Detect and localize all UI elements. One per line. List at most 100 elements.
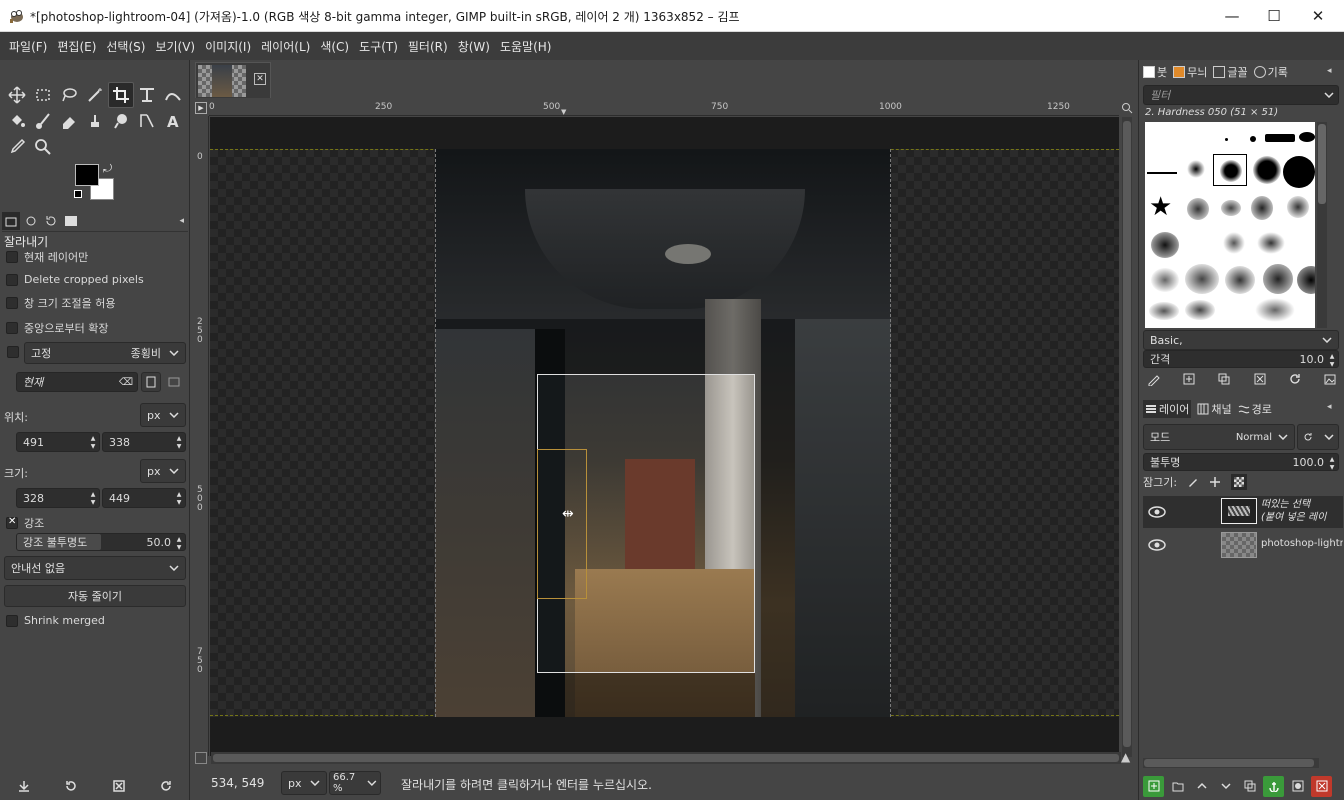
horizontal-scroll-thumb[interactable] [213,754,1119,762]
layer-opacity-slider[interactable]: 불투명 100.0 ▲ ▼ [1143,453,1339,471]
vertical-scroll-thumb[interactable] [1123,121,1131,747]
new-layer-button[interactable] [1143,775,1164,797]
brush-item[interactable] [1187,198,1209,220]
raise-layer-button[interactable] [1191,776,1212,797]
save-preset-icon[interactable] [17,779,31,793]
menu-file[interactable]: 파일(F) [4,38,52,55]
layers-tab[interactable]: 레이어 [1143,400,1192,418]
brush-spacing-slider[interactable]: 간격 10.0 ▲ ▼ [1143,350,1339,368]
image-tab[interactable]: ✕ [195,62,271,98]
document-history-tab[interactable]: 기록 [1253,64,1288,80]
tool-options-tab-icon[interactable] [2,211,20,230]
brush-item[interactable] [1185,264,1219,294]
anchor-layer-button[interactable] [1263,775,1284,797]
channels-tab[interactable]: 채널 [1197,401,1232,417]
minimize-button[interactable]: — [1210,0,1254,32]
new-brush-icon[interactable] [1182,372,1196,386]
expand-center-row[interactable]: 중앙으로부터 확장 [6,320,108,336]
fixed-checkbox[interactable] [7,346,19,358]
dock-menu-icon[interactable]: ◂ [1327,66,1332,76]
brush-item[interactable] [1299,132,1315,142]
clear-icon[interactable]: ⌫ [119,377,133,388]
brush-scroll-thumb[interactable] [1318,124,1326,204]
highlight-opacity-slider[interactable]: 강조 불투명도 50.0 ▲ ▼ [16,533,186,551]
lock-pixels-icon[interactable] [1187,476,1199,488]
brush-item[interactable] [1255,298,1295,322]
brush-item[interactable] [1149,302,1179,320]
brush-item[interactable] [1257,232,1285,254]
brush-scrollbar[interactable] [1317,122,1327,328]
fixed-aspect-combo[interactable]: 고정 종횡비 [24,342,186,364]
size-height-field[interactable]: 449 ▲ ▼ [102,488,186,508]
move-tool-icon[interactable] [4,82,30,108]
smudge-icon[interactable] [108,108,134,134]
brush-item[interactable] [1225,138,1228,141]
menu-edit[interactable]: 편집(E) [52,38,101,55]
lock-position-icon[interactable] [1209,476,1221,488]
brush-item[interactable] [1263,264,1293,294]
brushes-tab[interactable]: 붓 [1143,64,1167,80]
clone-icon[interactable] [82,108,108,134]
brush-item[interactable] [1253,156,1281,184]
expand-center-checkbox[interactable] [6,322,18,334]
zoom-combo[interactable]: 66.7 % [329,771,381,795]
layers-hscrollbar[interactable] [1143,758,1319,768]
allow-growing-checkbox[interactable] [6,297,18,309]
color-picker-icon[interactable] [4,134,30,160]
menu-tools[interactable]: 도구(T) [354,38,403,55]
menu-layer[interactable]: 레이어(L) [256,38,315,55]
delete-cropped-checkbox[interactable] [6,273,18,286]
duplicate-brush-icon[interactable] [1217,372,1231,386]
edit-brush-icon[interactable] [1147,372,1161,386]
guides-combo[interactable]: 안내선 없음 [4,556,186,580]
brush-item[interactable] [1251,196,1273,220]
position-x-spinner[interactable]: ▲ ▼ [89,435,97,451]
shrink-merged-row[interactable]: Shrink merged [6,614,105,627]
highlight-row[interactable]: 강조 [6,515,44,531]
brush-item[interactable] [1283,156,1315,188]
mask-layer-button[interactable] [1287,776,1308,797]
current-ratio-field[interactable]: 현재 ⌫ [16,372,138,392]
size-height-spinner[interactable]: ▲ ▼ [175,491,183,507]
warp-icon[interactable] [160,82,186,108]
layer-mode-combo[interactable]: 모드 Normal [1143,424,1295,450]
size-width-field[interactable]: 328 ▲ ▼ [16,488,100,508]
brush-item[interactable] [1151,268,1179,292]
path-tool-icon[interactable] [134,108,160,134]
position-y-spinner[interactable]: ▲ ▼ [175,435,183,451]
visibility-eye-icon[interactable] [1147,505,1167,519]
brush-preset-combo[interactable]: Basic, [1143,330,1339,350]
navigate-icon[interactable]: ▲ [1121,750,1130,764]
new-group-button[interactable] [1167,776,1188,797]
layers-menu-icon[interactable]: ◂ [1327,402,1332,412]
text-tool-icon[interactable]: A [160,108,186,134]
brush-item[interactable] [1223,232,1245,254]
crop-tool-icon[interactable] [108,82,134,108]
delete-cropped-row[interactable]: Delete cropped pixels [6,273,144,286]
brush-grid[interactable]: ★ [1145,122,1315,328]
zoom-icon[interactable] [30,134,56,160]
horizontal-scrollbar[interactable] [211,752,1121,764]
current-layer-only-row[interactable]: 현재 레이어만 [6,249,88,265]
highlight-opacity-spinner[interactable]: ▲ ▼ [175,536,183,552]
foreground-color-swatch[interactable] [75,164,99,186]
brush-item[interactable] [1287,196,1309,218]
brush-item[interactable] [1221,200,1241,216]
position-unit-combo[interactable]: px [140,403,186,427]
ruler-corner-icon[interactable]: ▶ [195,102,207,114]
landscape-icon[interactable] [164,372,184,392]
highlight-checkbox[interactable] [6,516,18,529]
close-tab-icon[interactable]: ✕ [254,73,266,85]
current-layer-only-checkbox[interactable] [6,251,18,263]
selected-brush-frame[interactable] [1213,154,1247,186]
images-tab-icon[interactable] [62,212,80,230]
menu-colors[interactable]: 색(C) [315,38,354,55]
default-colors-icon[interactable] [74,190,82,198]
delete-layer-button[interactable] [1311,775,1332,797]
visibility-eye-icon[interactable] [1147,538,1167,552]
patterns-tab[interactable]: 무늬 [1173,64,1207,80]
position-y-field[interactable]: 338 ▲ ▼ [102,432,186,452]
layer-item-photo[interactable]: photoshop-lightroom-04 [1143,530,1343,560]
eraser-icon[interactable] [56,108,82,134]
menu-filters[interactable]: 필터(R) [403,38,453,55]
